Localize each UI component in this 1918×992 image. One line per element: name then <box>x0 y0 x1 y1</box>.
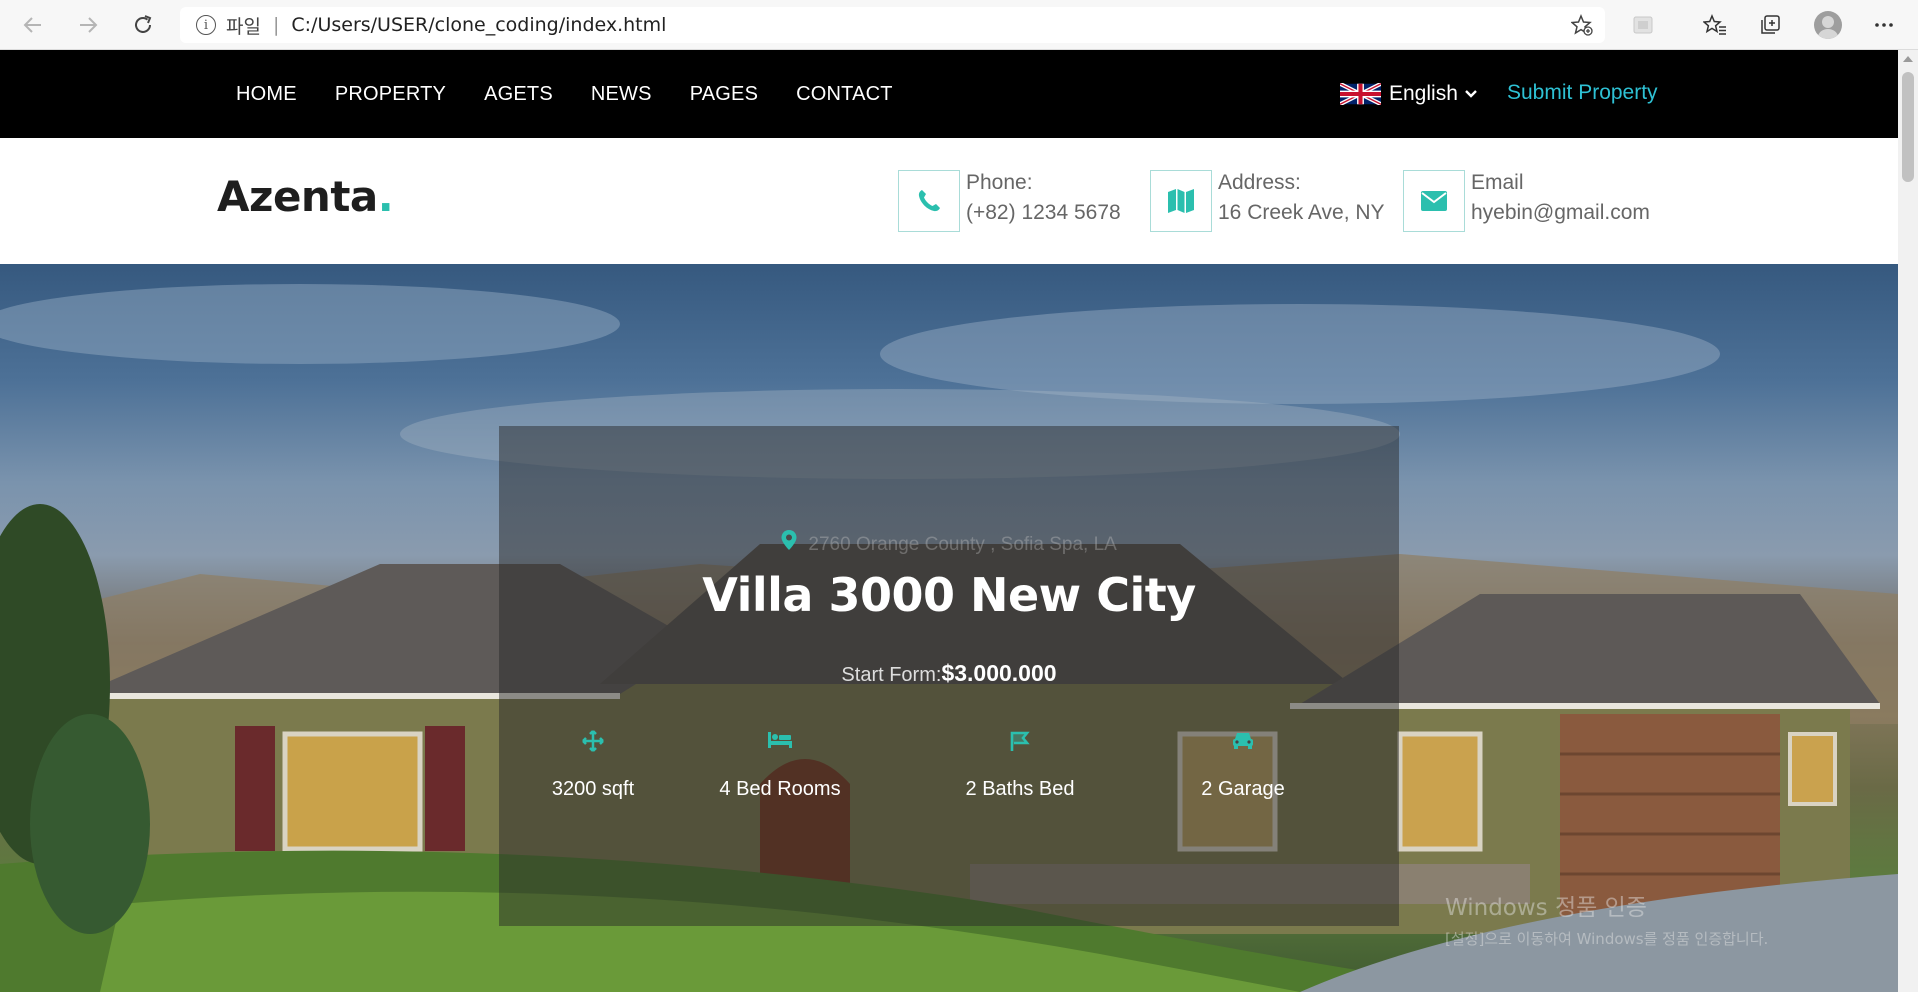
address-separator: | <box>272 14 280 36</box>
extension-icon[interactable] <box>1630 12 1656 38</box>
email-label: Email <box>1471 171 1524 194</box>
nav-news[interactable]: NEWS <box>591 83 652 106</box>
nav-contact[interactable]: CONTACT <box>796 83 893 106</box>
feature-area: 3200 sqft <box>493 730 693 801</box>
bath-icon <box>1010 731 1030 751</box>
scrollbar-thumb[interactable] <box>1902 72 1914 182</box>
car-icon <box>1233 733 1253 749</box>
address-label: Address: <box>1218 171 1301 194</box>
map-icon <box>1150 170 1212 232</box>
feature-baths: 2 Baths Bed <box>920 730 1120 801</box>
back-button[interactable] <box>20 12 46 38</box>
forward-button[interactable] <box>75 12 101 38</box>
property-location: 2760 Orange County , Sofia Spa, LA <box>499 530 1399 556</box>
address-value: 16 Creek Ave, NY <box>1218 201 1385 224</box>
profile-avatar[interactable] <box>1814 11 1842 39</box>
submit-property-link[interactable]: Submit Property <box>1507 81 1658 105</box>
forward-arrow-icon <box>80 17 98 33</box>
feature-garage-label: 2 Garage <box>1201 778 1285 800</box>
favorites-icon[interactable] <box>1702 12 1728 38</box>
phone-label: Phone: <box>966 171 1033 194</box>
watermark-title: Windows 정품 인증 <box>1445 895 1647 921</box>
email-value[interactable]: hyebin@gmail.com <box>1471 198 1650 228</box>
logo-text: Azenta <box>217 172 378 221</box>
feature-bedrooms: 4 Bed Rooms <box>680 730 880 801</box>
feature-bedrooms-label: 4 Bed Rooms <box>719 778 841 800</box>
url-text[interactable]: C:/Users/USER/clone_coding/index.html <box>291 14 666 36</box>
feature-garage: 2 Garage <box>1143 730 1343 801</box>
more-menu-icon[interactable] <box>1871 12 1897 38</box>
reload-icon <box>135 15 152 33</box>
property-title: Villa 3000 New City <box>702 568 1196 622</box>
site-header: Azenta. Phone: (+82) 1234 5678 Address: 16… <box>0 138 1898 264</box>
contact-address: Address: 16 Creek Ave, NY <box>1150 170 1385 232</box>
feature-area-label: 3200 sqft <box>551 778 635 800</box>
nav-agents[interactable]: AGETS <box>484 83 553 106</box>
page-scrollbar[interactable] <box>1898 50 1918 992</box>
browser-toolbar: i 파일 | C:/Users/USER/clone_coding/index.… <box>0 0 1918 50</box>
feature-baths-label: 2 Baths Bed <box>965 778 1075 800</box>
main-menu: HOME PROPERTY AGETS NEWS PAGES CONTACT <box>236 50 931 138</box>
scroll-up-arrow-icon[interactable] <box>1903 56 1913 62</box>
language-label: English <box>1389 82 1458 105</box>
back-arrow-icon <box>23 17 41 33</box>
contact-email: Email hyebin@gmail.com <box>1403 170 1650 232</box>
phone-icon <box>898 170 960 232</box>
page-viewport: HOME PROPERTY AGETS NEWS PAGES CONTACT E… <box>0 50 1898 992</box>
watermark-subtitle: [설정]으로 이동하여 Windows를 정품 인증합니다. <box>1445 930 1769 948</box>
property-price: Start Form:$3.000.000 <box>499 660 1399 687</box>
address-bar[interactable]: i 파일 | C:/Users/USER/clone_coding/index.… <box>180 7 1605 43</box>
site-info-icon[interactable]: i <box>196 15 216 35</box>
price-label: Start Form: <box>841 664 942 686</box>
nav-property[interactable]: PROPERTY <box>335 83 446 106</box>
map-pin-icon <box>781 530 802 555</box>
language-selector[interactable]: English <box>1340 82 1477 106</box>
collections-icon[interactable] <box>1757 12 1783 38</box>
add-favorite-icon[interactable] <box>1570 14 1593 41</box>
chevron-down-icon <box>1465 87 1477 102</box>
property-info-panel: 2760 Orange County , Sofia Spa, LA Villa… <box>499 426 1399 926</box>
phone-value: (+82) 1234 5678 <box>966 201 1121 224</box>
nav-pages[interactable]: PAGES <box>690 83 758 106</box>
hero-banner: 2760 Orange County , Sofia Spa, LA Villa… <box>0 264 1898 992</box>
logo-dot: . <box>377 172 394 221</box>
file-scheme-label: 파일 <box>226 15 261 38</box>
reload-button[interactable] <box>130 12 156 38</box>
uk-flag-icon <box>1340 83 1381 105</box>
location-text: 2760 Orange County , Sofia Spa, LA <box>808 534 1117 555</box>
nav-home[interactable]: HOME <box>236 83 297 106</box>
top-navigation: HOME PROPERTY AGETS NEWS PAGES CONTACT E… <box>0 50 1898 138</box>
windows-activation-watermark: Windows 정품 인증 [설정]으로 이동하여 Windows를 정품 인증… <box>1445 888 1768 949</box>
site-logo[interactable]: Azenta. <box>217 172 394 221</box>
contact-phone: Phone: (+82) 1234 5678 <box>898 170 1121 232</box>
bed-icon <box>768 732 792 748</box>
price-value: $3.000.000 <box>941 660 1057 686</box>
envelope-icon <box>1403 170 1465 232</box>
arrows-icon <box>582 730 604 752</box>
